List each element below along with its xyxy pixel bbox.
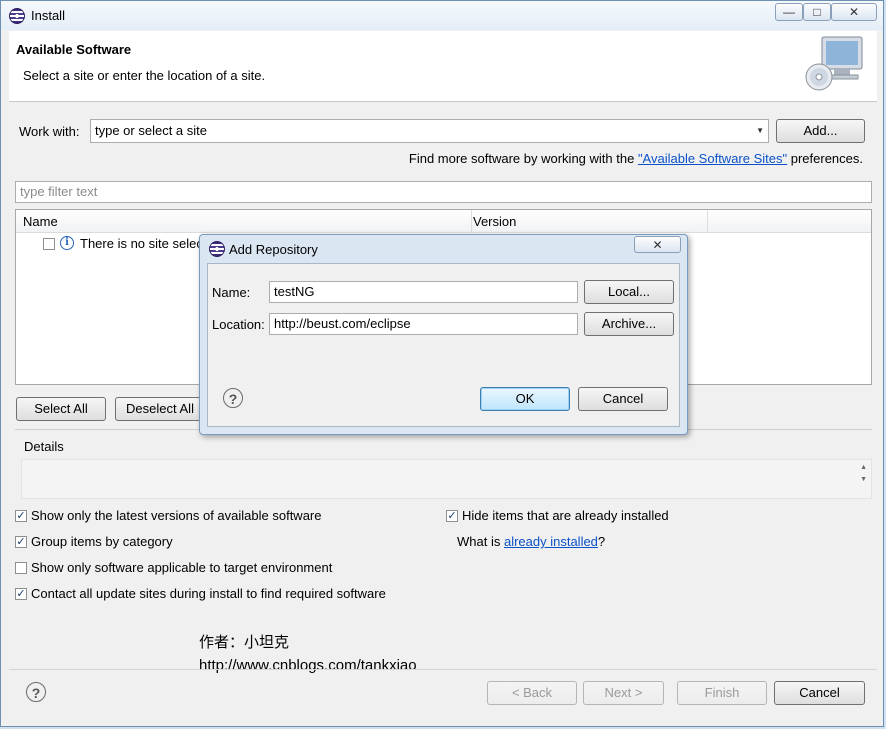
column-divider [707,210,708,232]
row-text: There is no site selec [80,236,203,251]
eclipse-icon [209,241,225,257]
hide-installed-checkbox[interactable]: ✓ [446,510,458,522]
contact-update-sites-label: Contact all update sites during install … [31,586,386,601]
find-more-software-text: Find more software by working with the "… [409,151,863,166]
wizard-header: Available Software Select a site or ente… [9,31,877,102]
maximize-icon: □ [813,5,821,19]
install-computer-icon [805,36,863,91]
what-is-suffix: ? [597,534,606,549]
repository-name-input[interactable]: testNG [269,281,578,303]
deselect-all-button[interactable]: Deselect All [115,397,205,421]
select-all-button[interactable]: Select All [16,397,106,421]
finish-button[interactable]: Finish [677,681,767,705]
page-title: Available Software [16,42,132,57]
local-button[interactable]: Local... [584,280,674,304]
dialog-close-button[interactable]: ✕ [634,236,681,253]
hide-installed-label: Hide items that are already installed [462,508,669,523]
target-environment-checkbox[interactable] [15,562,27,574]
watermark-url: http://www.cnblogs.com/tankxiao [199,657,417,674]
group-by-category-checkbox[interactable]: ✓ [15,536,27,548]
close-icon: ✕ [848,5,860,19]
add-site-button[interactable]: Add... [776,119,865,143]
dialog-cancel-button[interactable]: Cancel [578,387,668,411]
group-by-category-label: Group items by category [31,534,173,549]
archive-button[interactable]: Archive... [584,312,674,336]
filter-placeholder: type filter text [20,184,98,199]
info-icon: i [60,236,74,250]
work-with-combo[interactable]: type or select a site ▼ [90,119,769,143]
repository-name-label: Name: [212,285,251,300]
find-more-suffix: preferences. [787,151,863,166]
details-area[interactable]: ▲ ▼ [21,459,872,499]
watermark-author: 作者：小坦克 [199,634,290,651]
target-environment-label: Show only software applicable to target … [31,560,333,575]
work-with-value: type or select a site [95,123,207,138]
column-header-version[interactable]: Version [473,214,516,229]
details-label: Details [24,439,64,454]
ok-button[interactable]: OK [480,387,570,411]
scroll-up-icon[interactable]: ▲ [860,464,867,471]
check-icon: ✓ [16,588,26,600]
help-icon[interactable]: ? [26,682,46,702]
dialog-help-icon[interactable]: ? [223,388,243,408]
install-window: Install — □ ✕ Available Software Select … [0,0,884,727]
repository-location-input[interactable]: http://beust.com/eclipse [269,313,578,335]
check-icon: ✓ [447,510,457,522]
repository-location-value: http://beust.com/eclipse [274,316,411,331]
latest-versions-checkbox[interactable]: ✓ [15,510,27,522]
table-header: Name Version [16,210,871,233]
available-software-sites-link[interactable]: "Available Software Sites" [638,151,787,166]
minimize-button[interactable]: — [775,3,803,21]
footer-divider [9,669,877,670]
maximize-button[interactable]: □ [803,3,831,21]
title-bar[interactable]: Install — □ ✕ [1,1,883,30]
find-more-prefix: Find more software by working with the [408,151,638,166]
dropdown-arrow-icon[interactable]: ▼ [756,120,764,142]
row-checkbox[interactable] [43,238,55,250]
cancel-button[interactable]: Cancel [774,681,865,705]
window-title: Install [31,8,65,23]
check-icon: ✓ [16,536,26,548]
contact-update-sites-checkbox[interactable]: ✓ [15,588,27,600]
back-button[interactable]: < Back [487,681,577,705]
close-button[interactable]: ✕ [831,3,877,21]
column-header-name[interactable]: Name [23,214,58,229]
check-icon: ✓ [16,510,26,522]
repository-name-value: testNG [274,284,315,299]
column-divider [471,210,472,232]
add-repository-dialog: Add Repository ✕ Name: testNG Local... L… [199,234,688,435]
what-is-prefix: What is [457,534,504,549]
next-button[interactable]: Next > [583,681,664,705]
dialog-title: Add Repository [229,242,318,257]
filter-input[interactable]: type filter text [15,181,872,203]
page-subtitle: Select a site or enter the location of a… [23,68,266,83]
dialog-body: Name: testNG Local... Location: http://b… [207,263,680,427]
repository-location-label: Location: [212,317,265,332]
close-icon: ✕ [652,238,663,252]
what-is-installed-text: What is already installed? [457,534,605,549]
already-installed-link[interactable]: already installed [504,534,598,549]
latest-versions-label: Show only the latest versions of availab… [31,508,322,523]
eclipse-icon [9,8,25,24]
work-with-label: Work with: [19,124,80,139]
scroll-down-icon[interactable]: ▼ [860,476,867,483]
minimize-icon: — [783,5,795,19]
